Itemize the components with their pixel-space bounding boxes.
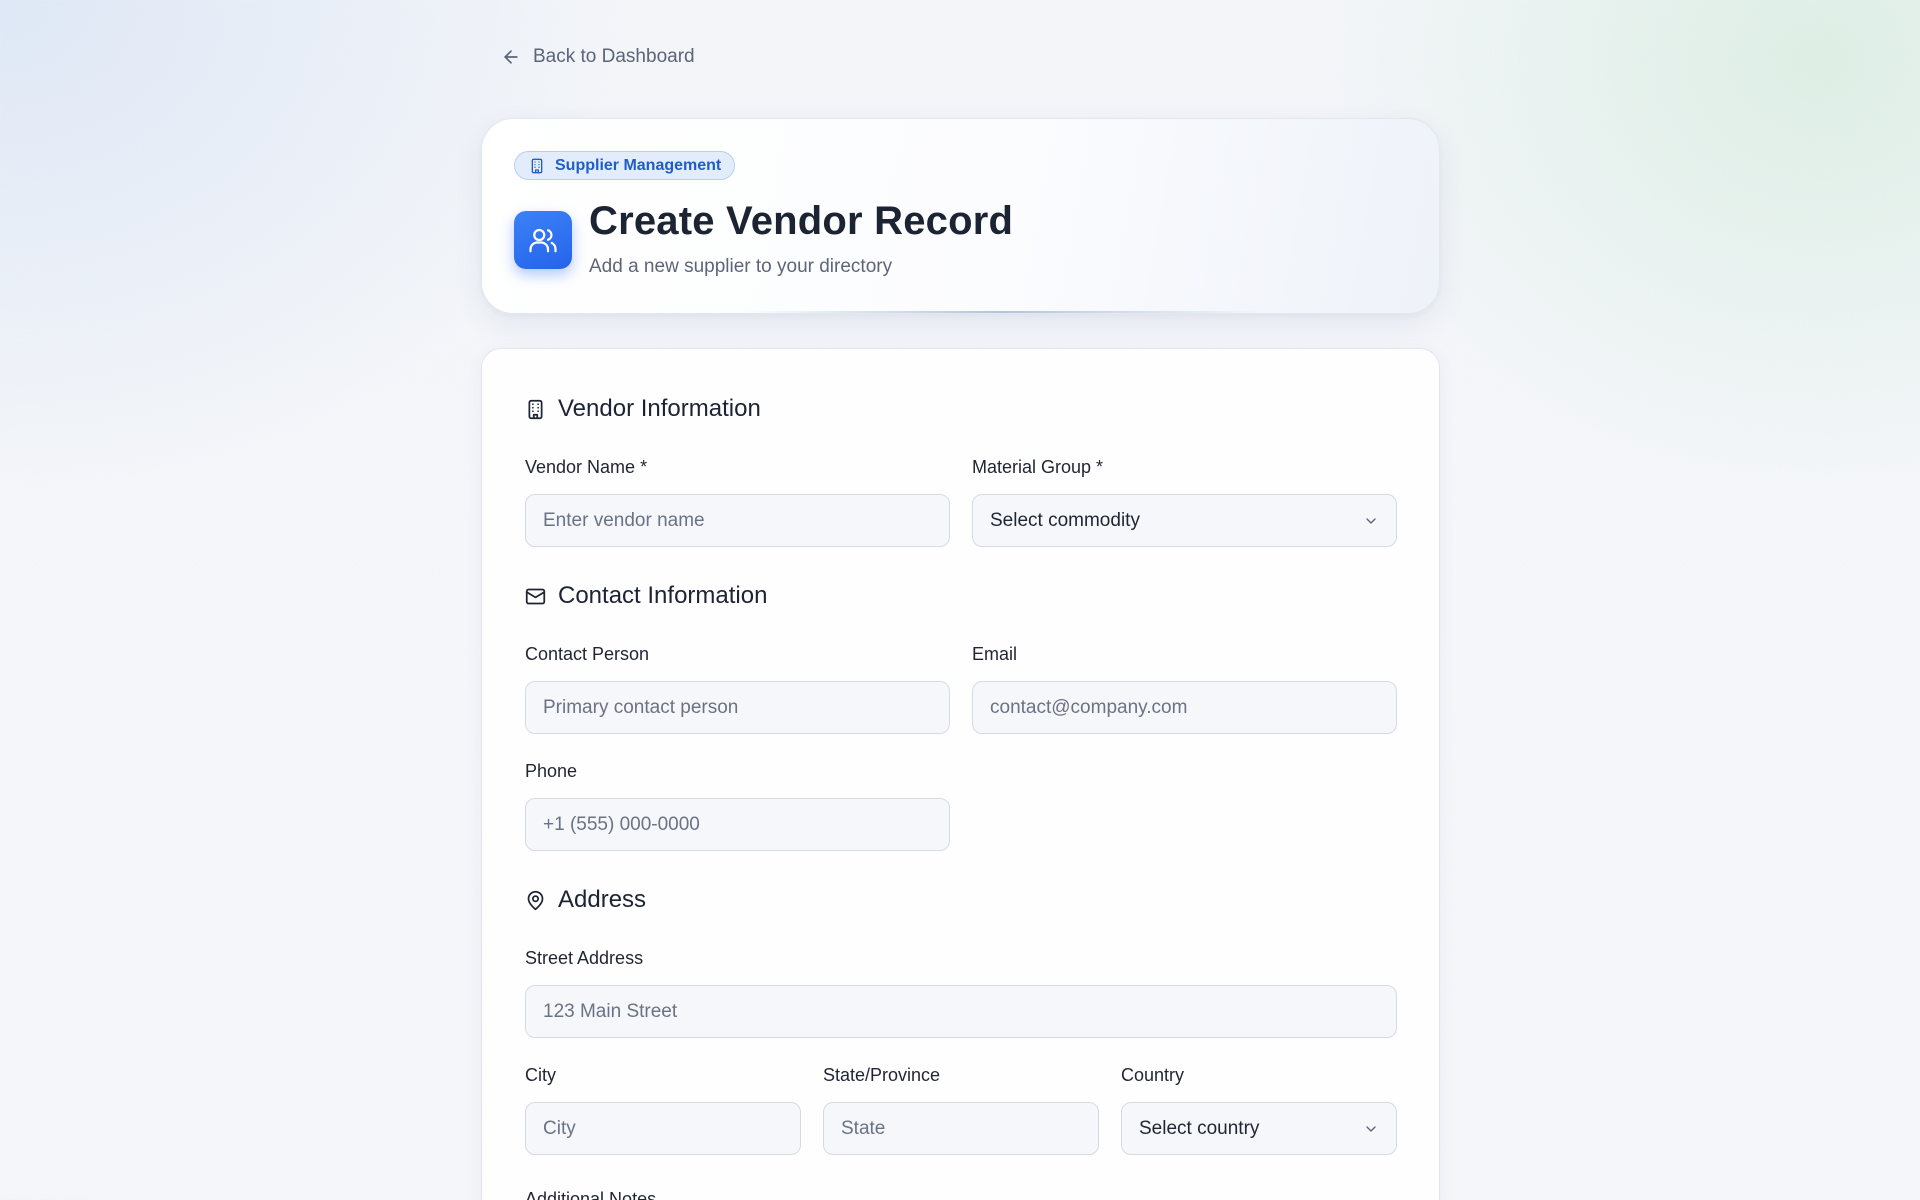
vendor-information-heading: Vendor Information [525,395,761,423]
country-select[interactable]: Select country [1121,1102,1397,1155]
phone-label: Phone [525,761,578,781]
email-input[interactable] [972,681,1397,734]
page-title: Create Vendor Record [589,199,1014,243]
additional-notes-label: Additional Notes [525,1189,657,1200]
material-group-label: Material Group * [972,457,1104,477]
badge-label: Supplier Management [555,156,722,174]
contact-person-input[interactable] [525,681,950,734]
contact-person-label: Contact Person [525,644,650,664]
material-group-select[interactable]: Select commodity [972,494,1397,547]
vendor-name-label: Vendor Name * [525,457,648,477]
arrow-left-icon [504,50,518,64]
building-icon [528,399,543,419]
header-card: Supplier Management Create Vendor Record… [481,118,1440,314]
back-to-dashboard-link[interactable]: Back to Dashboard [501,46,695,68]
section-title-text: Vendor Information [558,395,761,422]
contact-information-heading: Contact Information [525,582,767,610]
header-accent-line [742,311,1262,313]
street-address-label: Street Address [525,948,644,968]
chevron-down-icon [1366,1125,1376,1132]
back-link-label[interactable]: Back to Dashboard [533,46,695,68]
state-province-label: State/Province [823,1065,941,1085]
section-title-text: Address [558,886,647,913]
country-label: Country [1121,1065,1185,1085]
phone-input[interactable] [525,798,950,851]
map-pin-icon [527,890,544,910]
material-group-selected: Select commodity [990,509,1140,531]
users-icon [529,228,557,253]
supplier-management-badge: Supplier Management [514,151,736,180]
mail-icon [525,588,546,604]
city-label: City [525,1065,556,1085]
street-address-input[interactable] [525,985,1397,1038]
email-label: Email [972,644,1018,664]
address-heading: Address [525,886,646,914]
page-subtitle: Add a new supplier to your directory [589,256,893,277]
vendor-app-icon [514,211,572,269]
country-selected: Select country [1139,1117,1260,1139]
state-input[interactable] [823,1102,1099,1155]
city-input[interactable] [525,1102,801,1155]
section-title-text: Contact Information [558,582,768,609]
vendor-name-input[interactable] [525,494,950,547]
vendor-form-card: Vendor Information Vendor Name * Materia… [481,348,1440,1200]
building-icon [531,158,543,173]
chevron-down-icon [1366,517,1376,524]
